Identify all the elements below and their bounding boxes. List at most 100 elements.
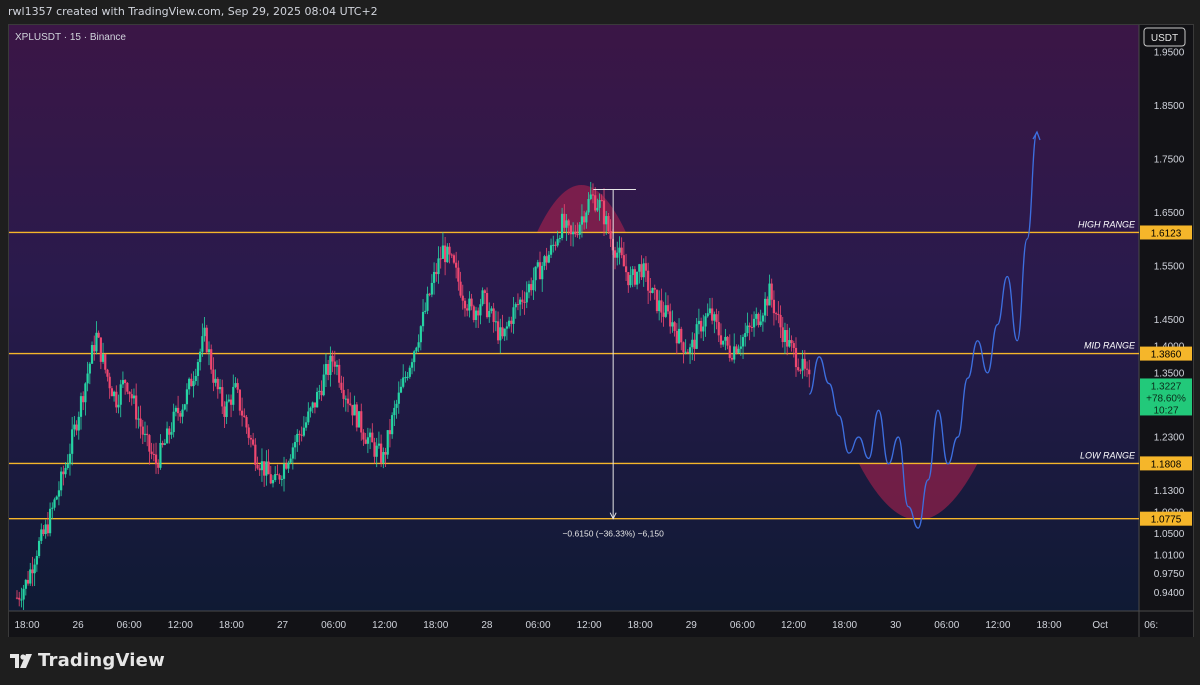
candle-body: [307, 411, 310, 423]
x-tick-label: 29: [686, 620, 698, 631]
candle-body: [327, 363, 330, 376]
candle-body: [406, 376, 409, 378]
candle-body: [333, 361, 336, 367]
candle-body: [207, 349, 211, 353]
candle-body: [704, 316, 707, 327]
candle-body: [324, 363, 328, 375]
price-axis[interactable]: [1139, 25, 1193, 637]
current-price-countdown: 10:27: [1153, 405, 1178, 416]
candle-body: [126, 382, 129, 392]
candle-body: [669, 311, 672, 327]
candle-body: [799, 370, 802, 372]
candle-body: [691, 339, 694, 348]
candle-body: [304, 422, 308, 428]
candle-body: [285, 463, 288, 469]
candle-body: [247, 427, 250, 438]
candle-body: [757, 313, 760, 326]
chart-screenshot: rwl1357 created with TradingView.com, Se…: [0, 0, 1200, 685]
y-tick-label: 1.3500: [1154, 368, 1185, 379]
candle-body: [240, 410, 244, 416]
candle-body: [589, 194, 592, 199]
candle-body: [386, 430, 389, 455]
candle-body: [258, 468, 261, 471]
candle-body: [404, 377, 407, 379]
tradingview-logo-icon: [10, 653, 32, 668]
candle-body: [188, 378, 191, 390]
candle-body: [254, 444, 257, 465]
candle-body: [748, 325, 751, 328]
candle-body: [671, 322, 674, 327]
candle-body: [664, 305, 667, 317]
candle-body: [684, 351, 687, 353]
candle-body: [432, 271, 436, 283]
candle-body: [115, 391, 118, 408]
candle-body: [130, 394, 133, 399]
candle-body: [139, 418, 142, 427]
candle-body: [243, 415, 246, 418]
candle-body: [446, 246, 449, 263]
x-tick-label: 06:00: [525, 620, 550, 631]
candle-body: [428, 293, 431, 295]
candle-body: [790, 340, 793, 344]
candle-body: [93, 345, 96, 352]
candle-body: [519, 299, 522, 305]
x-tick-label: 18:00: [219, 620, 244, 631]
candle-body: [174, 407, 177, 412]
candle-body: [792, 343, 795, 348]
plot-background: [9, 25, 1139, 611]
candle-body: [375, 445, 378, 457]
x-tick-label: 12:00: [168, 620, 193, 631]
candle-body: [417, 342, 420, 348]
candle-body: [686, 351, 689, 354]
candle-body: [426, 293, 429, 311]
candle-body: [291, 447, 294, 459]
candle-body: [728, 345, 731, 358]
y-tick-label: 1.9500: [1154, 47, 1185, 58]
candle-body: [585, 212, 588, 223]
candle-body: [534, 266, 537, 281]
currency-button[interactable]: USDT: [1143, 27, 1186, 47]
candle-body: [607, 216, 610, 231]
price-chart[interactable]: HIGH RANGE MID RANGE LOW RANGE −0.6150 (−3…: [9, 25, 1193, 637]
candle-body: [521, 299, 524, 302]
candle-body: [616, 252, 619, 258]
candle-body: [713, 314, 716, 321]
tradingview-logo[interactable]: TradingView: [10, 650, 165, 671]
candle-body: [366, 437, 369, 444]
candle-body: [121, 380, 125, 385]
x-tick-label: 30: [890, 620, 902, 631]
candle-body: [311, 402, 314, 408]
candle-body: [42, 529, 45, 535]
candle-body: [84, 383, 87, 403]
candle-body: [245, 417, 248, 428]
candle-body: [95, 332, 98, 352]
candle-body: [472, 306, 475, 320]
candle-body: [309, 407, 312, 412]
x-tick-label: 18:00: [1036, 620, 1061, 631]
chart-area[interactable]: HIGH RANGE MID RANGE LOW RANGE −0.6150 (−3…: [8, 24, 1194, 638]
candle-body: [419, 326, 422, 343]
candle-body: [168, 428, 171, 435]
candle-body: [468, 298, 471, 311]
y-tick-label: 1.0100: [1154, 550, 1185, 561]
candle-body: [499, 327, 502, 341]
candle-body: [803, 358, 806, 369]
candle-body: [62, 471, 65, 475]
candle-body: [49, 508, 52, 534]
candle-body: [594, 195, 597, 211]
candle-body: [763, 298, 767, 316]
candle-body: [340, 382, 343, 390]
candle-body: [492, 308, 495, 322]
candle-body: [40, 529, 43, 541]
candle-body: [457, 267, 460, 282]
candle-body: [194, 375, 197, 382]
x-tick-label: 12:00: [781, 620, 806, 631]
candle-body: [68, 453, 72, 465]
candle-body: [651, 287, 654, 293]
candle-body: [165, 428, 169, 444]
candle-body: [627, 272, 630, 286]
candle-body: [567, 220, 570, 226]
candle-body: [225, 401, 228, 417]
candle-body: [600, 200, 603, 202]
candle-body: [682, 342, 685, 353]
